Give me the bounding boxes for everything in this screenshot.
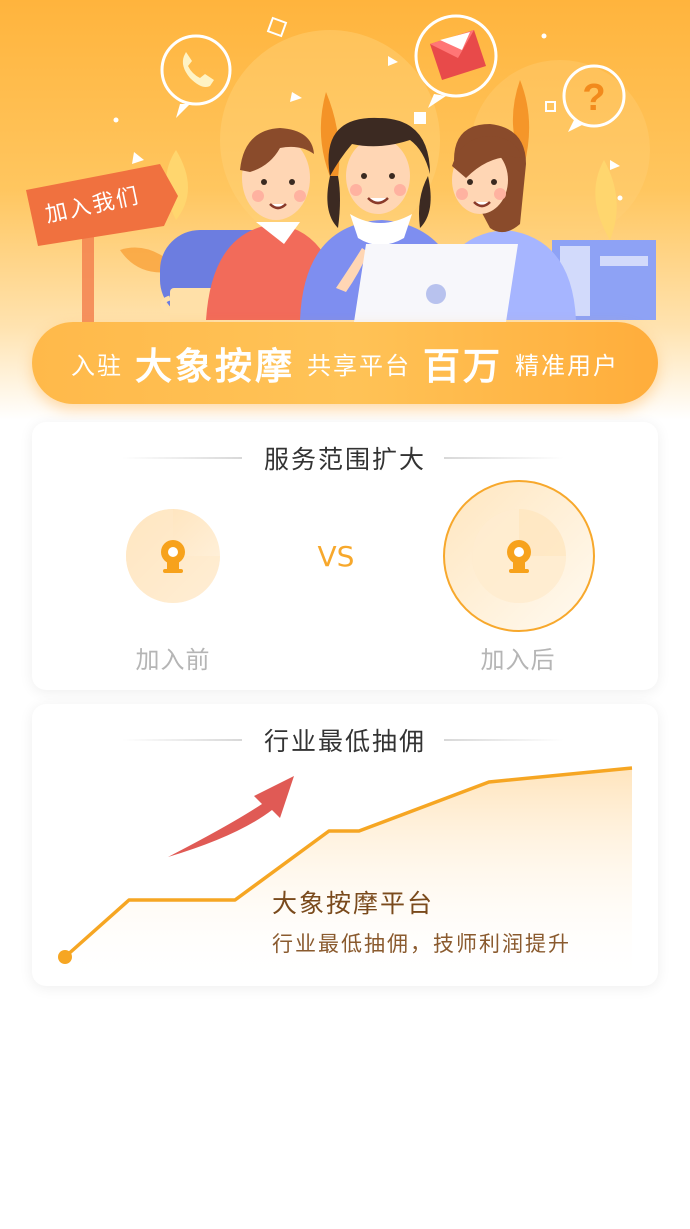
join-banner: 入驻 大象按摩 共享平台 百万 精准用户: [32, 322, 658, 404]
banner-brand: 大象按摩: [135, 345, 295, 388]
banner-text-1: 入驻: [71, 351, 123, 380]
banner-highlight: 百万: [423, 345, 503, 388]
after-label: 加入后: [480, 646, 556, 674]
trend-arrow-icon: [168, 776, 294, 857]
hero-banner: ? 加入我们 入驻 大象按摩 共享平台 百万 精准用户: [0, 0, 690, 420]
before-label: 加入前: [135, 646, 211, 674]
banner-text-2: 共享平台: [307, 351, 411, 380]
platform-name: 大象按摩平台: [272, 889, 435, 918]
svg-text:?: ?: [582, 77, 605, 119]
service-range-card: 服务范围扩大 VS 加入前 加入后: [32, 422, 658, 690]
growth-start-dot: [58, 950, 72, 964]
commission-description: 行业最低抽佣，技师利润提升: [272, 932, 571, 956]
vs-label: VS: [317, 540, 355, 573]
laptop: [354, 244, 518, 322]
phone-icon: [160, 34, 232, 118]
commission-card: 行业最低抽佣 大象按摩平台 行业最低抽佣，技师利润提升: [32, 704, 658, 986]
page: ? 加入我们 入驻 大象按摩 共享平台 百万 精准用户 服务范围扩大 VS 加入…: [0, 0, 690, 1229]
banner-text-3: 精准用户: [515, 351, 619, 380]
